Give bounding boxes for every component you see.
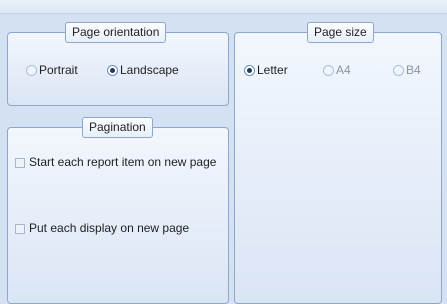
letter-label: Letter [257,63,288,77]
start-each-report-item-checkbox[interactable]: Start each report item on new page [15,154,220,170]
b4-radio-icon[interactable] [393,64,404,76]
portrait-radio-icon[interactable] [26,64,37,76]
page-orientation-group: Page orientation Portrait Landscape [7,22,229,106]
page-orientation-title: Page orientation [65,22,167,43]
landscape-radio[interactable]: Landscape [107,63,179,77]
a4-label: A4 [336,63,351,77]
letter-radio[interactable]: Letter [244,63,288,77]
page-size-group: Page size Letter A4 B4 [234,22,442,304]
b4-radio[interactable]: B4 [393,63,421,77]
top-strip [0,0,447,14]
put-each-display-checkbox[interactable]: Put each display on new page [15,220,220,236]
put-each-display-label: Put each display on new page [29,221,190,235]
a4-radio-icon[interactable] [323,64,334,76]
a4-radio[interactable]: A4 [323,63,351,77]
portrait-radio[interactable]: Portrait [26,63,78,77]
pagination-group: Pagination Start each report item on new… [7,117,229,304]
start-each-report-item-label: Start each report item on new page [29,155,217,169]
landscape-label: Landscape [120,63,179,77]
put-each-display-checkbox-box[interactable] [15,224,25,234]
page-size-title: Page size [307,22,374,43]
pagination-title: Pagination [82,117,153,138]
landscape-radio-icon[interactable] [107,64,118,76]
b4-label: B4 [406,63,421,77]
letter-radio-icon[interactable] [244,64,255,76]
portrait-label: Portrait [39,63,78,77]
start-each-report-item-checkbox-box[interactable] [15,158,25,168]
